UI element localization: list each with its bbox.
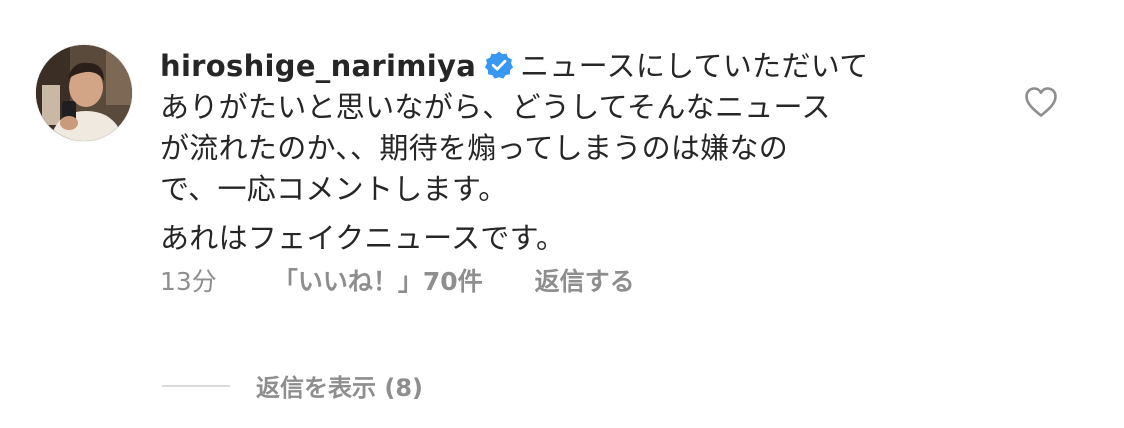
comment-text-line-3: が流れたのか、、期待を煽ってしまうのは嫌なの: [160, 131, 789, 165]
comment-item: hiroshige_narimiya ニュースにしていただいて ありがたいと思いな…: [0, 0, 1124, 428]
verified-badge-icon: [484, 50, 514, 80]
view-replies-button[interactable]: 返信を表示 (8): [162, 368, 423, 403]
comment-paragraph-1: hiroshige_narimiya ニュースにしていただいて ありがたいと思いな…: [160, 46, 960, 210]
likes-count-button[interactable]: 「いいね！」70件: [273, 262, 483, 298]
comment-timestamp[interactable]: 13分: [160, 262, 217, 298]
heart-outline-icon[interactable]: [1024, 86, 1058, 118]
username-link[interactable]: hiroshige_narimiya: [160, 49, 476, 83]
comment-body: hiroshige_narimiya ニュースにしていただいて ありがたいと思いな…: [160, 46, 960, 259]
reply-button[interactable]: 返信する: [535, 262, 635, 298]
replies-divider-line: [162, 384, 230, 387]
comment-text-line-1: ニュースにしていただいて: [520, 49, 869, 83]
comment-paragraph-2: あれはフェイクニュースです。: [160, 221, 566, 255]
avatar[interactable]: [36, 45, 132, 141]
comment-meta-row: 13分 「いいね！」70件 返信する: [160, 262, 635, 298]
comment-text-line-4: で、一応コメントします。: [160, 172, 508, 206]
view-replies-label: 返信を表示 (8): [256, 374, 423, 402]
comment-text-line-2: ありがたいと思いながら、どうしてそんなニュース: [160, 90, 831, 124]
avatar-photo: [36, 45, 132, 141]
